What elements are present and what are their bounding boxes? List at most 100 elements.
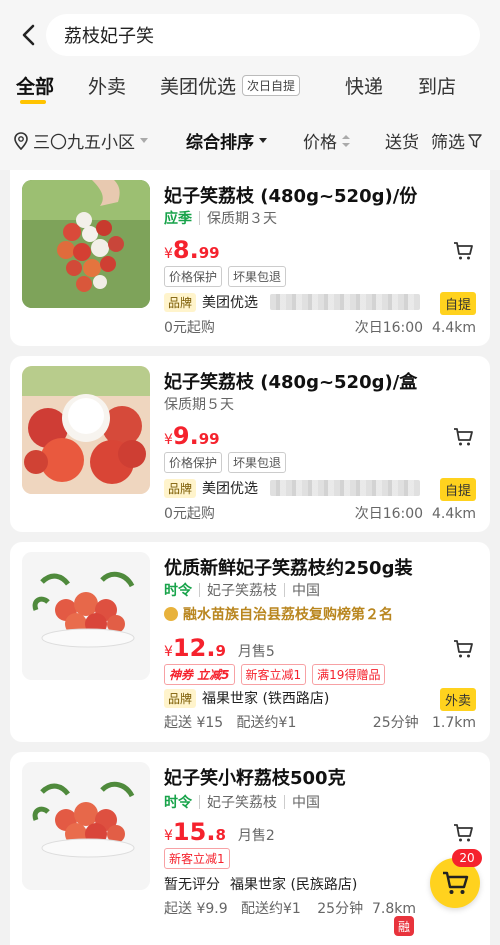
promo-tags: 神券 立减5 新客立减1 满19得赠品 — [164, 664, 386, 685]
tab-meituan-select[interactable]: 美团优选 次日自提 — [160, 72, 301, 99]
time-distance: 25分钟 7.8km — [317, 898, 416, 918]
tag-price-protect: 价格保护 — [164, 452, 223, 473]
origin: 中国 — [292, 583, 320, 599]
delivery-info: 起送 ¥9.9 配送约¥1 25分钟 7.8km — [164, 898, 476, 918]
cart-count-badge: 20 — [452, 849, 482, 867]
tab-all[interactable]: 全部 — [16, 72, 54, 99]
sort-label: 综合排序 — [186, 133, 254, 153]
tab-takeout[interactable]: 外卖 — [88, 72, 126, 99]
product-image[interactable] — [22, 366, 150, 494]
price-integer: 12. — [172, 634, 216, 662]
add-to-cart-button[interactable] — [452, 822, 474, 844]
brand-tag: 品牌 — [164, 478, 197, 498]
watermark: 融 融水时门户 — [394, 916, 478, 936]
filter-label: 筛选 — [431, 133, 465, 153]
header: 全部 外卖 美团优选次日自提 快递 到店 三〇九五小区 综合排序 价格 送货 筛… — [0, 0, 500, 170]
product-title[interactable]: 优质新鲜妃子笑荔枝约250g装 — [164, 554, 412, 580]
promo-tags: 新客立减1 — [164, 848, 230, 869]
search-input[interactable] — [46, 14, 480, 56]
add-to-cart-button[interactable] — [452, 638, 474, 660]
rank-badge[interactable]: 融水苗族自治县荔枝复购榜第２名 — [164, 604, 393, 624]
search-bar[interactable] — [46, 14, 480, 56]
product-image[interactable] — [22, 180, 150, 308]
tag-gift: 满19得赠品 — [312, 664, 386, 685]
location-filter[interactable]: 三〇九五小区 — [14, 128, 149, 153]
product-card[interactable]: 妃子笑荔枝 (480g~520g)/盒 保质期５天 ¥9. 99 价格保护 坏果包… — [10, 356, 490, 532]
cart-icon — [454, 640, 473, 658]
product-meta: 时令 妃子笑荔枝 中国 — [164, 792, 320, 812]
product-card[interactable]: 优质新鲜妃子笑荔枝约250g装 时令 妃子笑荔枝 中国 融水苗族自治县荔枝复购榜第２… — [10, 542, 490, 742]
tab-instore[interactable]: 到店 — [418, 72, 456, 99]
distance: 7.8km — [371, 901, 416, 917]
price-label: 价格 — [303, 133, 337, 153]
price-currency: ¥ — [164, 246, 173, 262]
product-title[interactable]: 妃子笑小籽荔枝500克 — [164, 764, 346, 790]
product-title[interactable]: 妃子笑荔枝 (480g~520g)/盒 — [164, 368, 417, 394]
product-card[interactable]: 妃子笑荔枝 (480g~520g)/份 应季 保质期３天 ¥8. 99 价格保护 坏… — [10, 170, 490, 346]
price-integer: 9. — [172, 422, 199, 450]
product-image[interactable] — [22, 552, 150, 680]
brand-name: 美团优选 — [202, 295, 259, 311]
tab-active-indicator — [20, 100, 46, 104]
season-label: 时令 — [164, 583, 192, 599]
delivery-time: 次日16:00 — [354, 506, 424, 522]
brand-row: 品牌 美团优选 — [164, 478, 421, 498]
delivery-time: 次日16:00 — [354, 320, 424, 336]
cart-icon — [454, 428, 473, 446]
price-decimal: 9 — [215, 642, 226, 660]
delivery-info: 0元起购 次日16:00 4.4km — [164, 503, 476, 523]
variety: 妃子笑荔枝 — [207, 795, 277, 811]
lychee-bowl-photo — [22, 762, 150, 890]
monthly-sales: 月售5 — [237, 644, 275, 660]
delivery-info: 0元起购 次日16:00 4.4km — [164, 317, 476, 337]
shelf-life: 保质期３天 — [207, 211, 277, 227]
add-to-cart-button[interactable] — [452, 240, 474, 262]
pickup-badge: 自提 — [439, 478, 476, 501]
delivery-filter[interactable]: 送货 — [385, 128, 419, 153]
product-price: ¥12. 9 月售5 — [164, 634, 275, 662]
product-tags: 价格保护 坏果包退 — [164, 266, 287, 287]
delivery-time: 25分钟 — [372, 715, 419, 731]
price-decimal: 99 — [198, 244, 220, 262]
tag-refund: 坏果包退 — [228, 452, 287, 473]
delivery-fee: 配送约¥1 — [236, 715, 297, 731]
tab-label: 美团优选 — [160, 76, 237, 98]
store-row: 暂无评分 福果世家 (民族路店) — [164, 874, 357, 894]
add-to-cart-button[interactable] — [452, 426, 474, 448]
location-label: 三〇九五小区 — [33, 133, 135, 153]
delivery-fee: 配送约¥1 — [240, 901, 301, 917]
price-decimal: 8 — [215, 826, 226, 844]
funnel-icon — [468, 133, 482, 148]
product-title[interactable]: 妃子笑荔枝 (480g~520g)/份 — [164, 182, 417, 208]
lychee-photo — [22, 366, 150, 494]
time-distance: 25分钟 1.7km — [373, 712, 476, 732]
product-image[interactable] — [22, 762, 150, 890]
caret-down-icon — [140, 137, 148, 143]
min-order: 起送 ¥15 — [164, 715, 224, 731]
product-price: ¥9. 99 — [164, 422, 220, 450]
cart-icon — [454, 242, 473, 260]
location-pin-icon — [14, 131, 28, 150]
product-meta: 应季 保质期３天 — [164, 208, 277, 228]
delivery-time: 25分钟 — [317, 901, 364, 917]
time-distance: 次日16:00 4.4km — [355, 317, 476, 337]
blurred-text — [270, 294, 421, 310]
more-filter[interactable]: 筛选 — [431, 128, 482, 153]
back-button[interactable] — [14, 20, 42, 50]
delivery-info: 起送 ¥15 配送约¥1 25分钟 1.7km — [164, 712, 476, 732]
sort-filter[interactable]: 综合排序 — [186, 128, 268, 153]
price-filter[interactable]: 价格 — [303, 128, 351, 153]
tag-new-customer: 新客立减1 — [164, 848, 230, 869]
variety: 妃子笑荔枝 — [207, 583, 277, 599]
watermark-text: 融水时门户 — [418, 919, 479, 934]
cart-icon — [443, 871, 469, 894]
price-integer: 15. — [172, 818, 216, 846]
brand-tag: 品牌 — [164, 292, 197, 312]
blurred-text — [270, 480, 421, 496]
store-name[interactable]: 福果世家 (铁西路店) — [202, 688, 329, 708]
tab-express[interactable]: 快递 — [345, 72, 383, 99]
store-name[interactable]: 福果世家 (民族路店) — [230, 874, 357, 894]
price-integer: 8. — [172, 236, 199, 264]
divider — [284, 583, 285, 597]
tab-badge: 次日自提 — [242, 75, 301, 96]
